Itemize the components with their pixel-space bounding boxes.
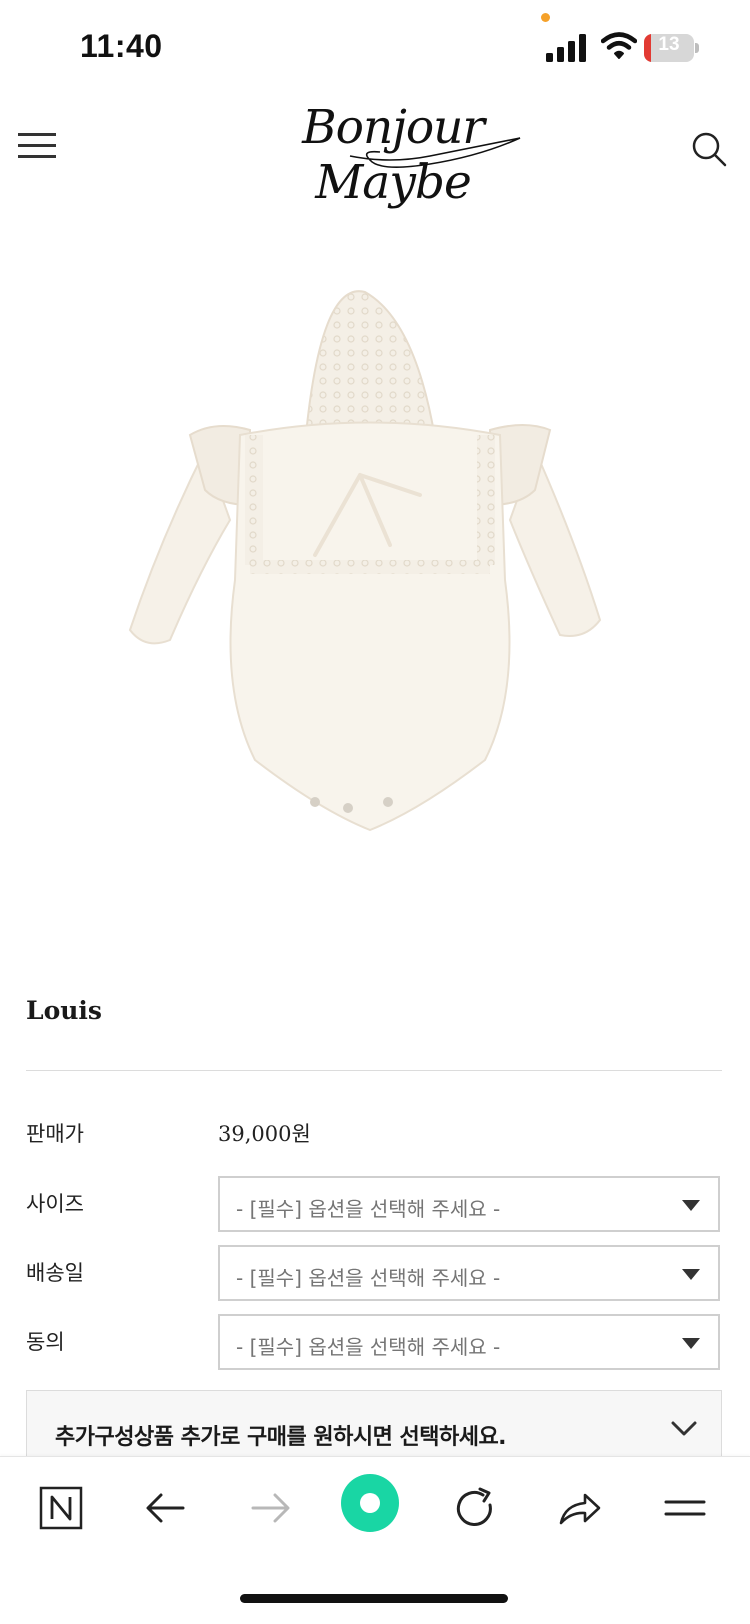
hamburger-icon-line-middle <box>18 144 56 147</box>
privacy-indicator-dot <box>541 13 550 22</box>
back-button[interactable] <box>141 1483 191 1533</box>
hamburger-icon-line-bottom <box>18 155 56 158</box>
home-indicator[interactable] <box>240 1594 508 1603</box>
share-button[interactable] <box>555 1483 605 1533</box>
brand-logo[interactable]: Bonjour Maybe <box>230 94 550 210</box>
forward-button[interactable] <box>245 1483 295 1533</box>
naver-home-icon <box>39 1486 83 1530</box>
size-select[interactable]: - [필수] 옵션을 선택해 주세요 - <box>218 1176 720 1232</box>
share-icon <box>559 1493 601 1525</box>
more-menu-button[interactable] <box>660 1483 710 1533</box>
divider <box>26 1070 722 1071</box>
refresh-icon <box>456 1487 492 1526</box>
battery-level-text: 13 <box>658 34 680 55</box>
logo-swirl-icon <box>349 137 521 168</box>
cellular-signal-icon <box>546 34 586 62</box>
search-icon <box>692 132 727 167</box>
agreement-select[interactable]: - [필수] 옵션을 선택해 주세요 - <box>218 1314 720 1370</box>
dropdown-triangle-icon <box>682 1269 700 1280</box>
delivery-select-placeholder: - [필수] 옵션을 선택해 주세요 - <box>236 1266 501 1290</box>
price-value: 39,000원 <box>218 1122 311 1146</box>
hamburger-icon-line-top <box>18 133 56 136</box>
more-menu-icon <box>664 1500 706 1516</box>
battery-indicator: 13 <box>644 34 700 62</box>
search-button[interactable] <box>690 130 730 170</box>
hamburger-menu-button[interactable] <box>18 130 58 162</box>
battery-body: 13 <box>644 34 694 62</box>
option-label-agreement: 동의 <box>26 1330 65 1354</box>
battery-cap <box>695 43 699 53</box>
delivery-date-select[interactable]: - [필수] 옵션을 선택해 주세요 - <box>218 1245 720 1301</box>
option-label-delivery: 배송일 <box>26 1261 84 1285</box>
chevron-down-icon <box>671 1421 697 1436</box>
product-image[interactable] <box>120 290 620 870</box>
addon-products-text: 추가구성상품 추가로 구매를 원하시면 선택하세요. <box>55 1425 507 1450</box>
back-arrow-icon <box>146 1493 185 1523</box>
forward-arrow-icon <box>251 1493 290 1523</box>
price-label: 판매가 <box>26 1122 84 1146</box>
dropdown-triangle-icon <box>682 1200 700 1211</box>
option-label-size: 사이즈 <box>26 1192 84 1216</box>
naver-home-button[interactable] <box>36 1483 86 1533</box>
status-time: 11:40 <box>80 28 163 64</box>
agreement-select-placeholder: - [필수] 옵션을 선택해 주세요 - <box>236 1335 501 1359</box>
size-select-placeholder: - [필수] 옵션을 선택해 주세요 - <box>236 1197 501 1221</box>
dropdown-triangle-icon <box>682 1338 700 1349</box>
green-dot-button[interactable] <box>340 1473 400 1533</box>
green-dot-icon <box>341 1474 399 1532</box>
wifi-icon <box>601 32 637 59</box>
product-name: Louis <box>26 996 103 1025</box>
refresh-button[interactable] <box>450 1483 500 1533</box>
